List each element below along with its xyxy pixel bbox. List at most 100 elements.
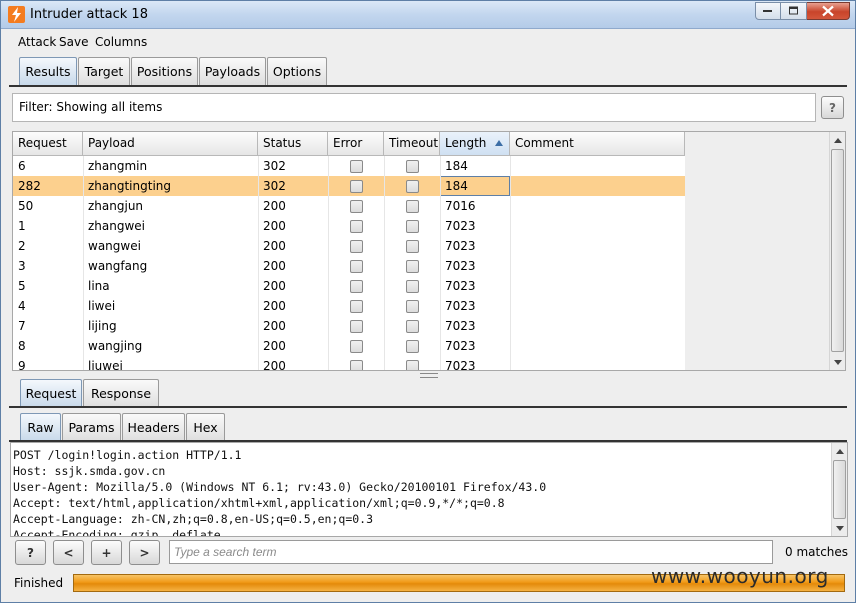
column-divider (83, 156, 84, 370)
pane-splitter-handle[interactable] (420, 373, 438, 378)
col-length-label: Length (445, 136, 487, 150)
table-row[interactable]: 6 zhangmin 302 184 (13, 156, 685, 176)
error-checkbox (350, 340, 363, 353)
column-divider (258, 156, 259, 370)
cell-payload: wangwei (88, 239, 141, 253)
title-bar[interactable]: Intruder attack 18 (1, 1, 855, 29)
col-comment[interactable]: Comment (510, 132, 685, 156)
error-checkbox (350, 320, 363, 333)
editor-scroll-thumb[interactable] (833, 460, 846, 519)
col-status[interactable]: Status (258, 132, 328, 156)
filter-help-button[interactable]: ? (821, 96, 844, 119)
close-icon (822, 5, 834, 17)
search-next-button[interactable]: > (129, 540, 160, 565)
cell-request: 1 (18, 219, 26, 233)
filter-bar[interactable]: Filter: Showing all items (12, 93, 816, 122)
tab-headers[interactable]: Headers (122, 413, 185, 441)
search-add-button[interactable]: + (91, 540, 122, 565)
cell-length: 7016 (445, 199, 476, 213)
cell-request: 2 (18, 239, 26, 253)
cell-payload: zhangmin (88, 159, 148, 173)
burp-app-icon (8, 6, 25, 23)
close-button[interactable] (807, 2, 850, 20)
col-payload[interactable]: Payload (83, 132, 258, 156)
table-scroll-thumb[interactable] (831, 149, 844, 352)
table-row[interactable]: 9 liuwei 200 7023 (13, 356, 685, 371)
cell-payload: liuwei (88, 359, 123, 371)
tab-request[interactable]: Request (20, 379, 82, 407)
error-checkbox (350, 300, 363, 313)
error-checkbox (350, 280, 363, 293)
search-match-count: 0 matches (785, 545, 849, 559)
maximize-button[interactable] (781, 2, 807, 20)
table-row[interactable]: 3 wangfang 200 7023 (13, 256, 685, 276)
cell-request: 5 (18, 279, 26, 293)
results-table: Request Payload Status Error Timeout Len… (12, 131, 846, 371)
cell-length: 7023 (445, 279, 476, 293)
table-row[interactable]: 282 zhangtingting 302 184 (13, 176, 685, 196)
table-row[interactable]: 1 zhangwei 200 7023 (13, 216, 685, 236)
menu-columns[interactable]: Columns (95, 35, 147, 49)
cell-length: 7023 (445, 259, 476, 273)
cell-payload: wangfang (88, 259, 148, 273)
error-checkbox (350, 260, 363, 273)
tab-params[interactable]: Params (62, 413, 121, 441)
search-input[interactable] (170, 541, 772, 563)
col-timeout[interactable]: Timeout (384, 132, 440, 156)
minimize-button[interactable] (755, 2, 781, 20)
error-checkbox (350, 220, 363, 233)
timeout-checkbox (406, 340, 419, 353)
error-checkbox (350, 160, 363, 173)
table-row[interactable]: 50 zhangjun 200 7016 (13, 196, 685, 216)
cell-payload: lijing (88, 319, 117, 333)
tab-positions[interactable]: Positions (131, 57, 198, 85)
request-text[interactable]: POST /login!login.action HTTP/1.1 Host: … (13, 447, 546, 536)
table-row[interactable]: 2 wangwei 200 7023 (13, 236, 685, 256)
search-field[interactable] (169, 540, 773, 564)
window-title: Intruder attack 18 (30, 7, 148, 22)
cell-status: 200 (263, 339, 286, 353)
editor-scroll-down-icon[interactable] (832, 520, 847, 536)
request-editor[interactable]: POST /login!login.action HTTP/1.1 Host: … (10, 442, 848, 537)
tab-target[interactable]: Target (78, 57, 130, 85)
cell-status: 302 (263, 179, 286, 193)
tab-raw[interactable]: Raw (20, 413, 61, 441)
table-scrollbar[interactable] (829, 132, 845, 370)
table-row[interactable]: 7 lijing 200 7023 (13, 316, 685, 336)
scroll-up-icon[interactable] (830, 132, 845, 148)
cell-payload: zhangjun (88, 199, 144, 213)
tab-payloads[interactable]: Payloads (199, 57, 266, 85)
table-row[interactable]: 4 liwei 200 7023 (13, 296, 685, 316)
cell-length: 184 (440, 176, 510, 196)
search-help-button[interactable]: ? (15, 540, 46, 565)
timeout-checkbox (406, 220, 419, 233)
menu-save[interactable]: Save (59, 35, 88, 49)
timeout-checkbox (406, 320, 419, 333)
tab-response[interactable]: Response (83, 379, 159, 407)
tab-hex[interactable]: Hex (186, 413, 225, 441)
cell-payload: zhangtingting (88, 179, 172, 193)
timeout-checkbox (406, 260, 419, 273)
cell-request: 3 (18, 259, 26, 273)
tab-results[interactable]: Results (19, 57, 77, 85)
error-checkbox (350, 200, 363, 213)
scroll-down-icon[interactable] (830, 354, 845, 370)
table-header: Request Payload Status Error Timeout Len… (13, 132, 685, 156)
column-divider (440, 156, 441, 370)
timeout-checkbox (406, 200, 419, 213)
cell-length: 184 (445, 159, 468, 173)
tab-options[interactable]: Options (267, 57, 327, 85)
cell-request: 6 (18, 159, 26, 173)
cell-status: 200 (263, 359, 286, 371)
minimize-icon (763, 10, 772, 12)
editor-scroll-up-icon[interactable] (832, 443, 847, 459)
editor-scrollbar[interactable] (831, 443, 847, 536)
col-length[interactable]: Length (440, 132, 510, 156)
search-previous-button[interactable]: < (53, 540, 84, 565)
error-checkbox (350, 240, 363, 253)
col-request[interactable]: Request (13, 132, 83, 156)
menu-attack[interactable]: Attack (18, 35, 56, 49)
table-row[interactable]: 5 lina 200 7023 (13, 276, 685, 296)
col-error[interactable]: Error (328, 132, 384, 156)
table-row[interactable]: 8 wangjing 200 7023 (13, 336, 685, 356)
